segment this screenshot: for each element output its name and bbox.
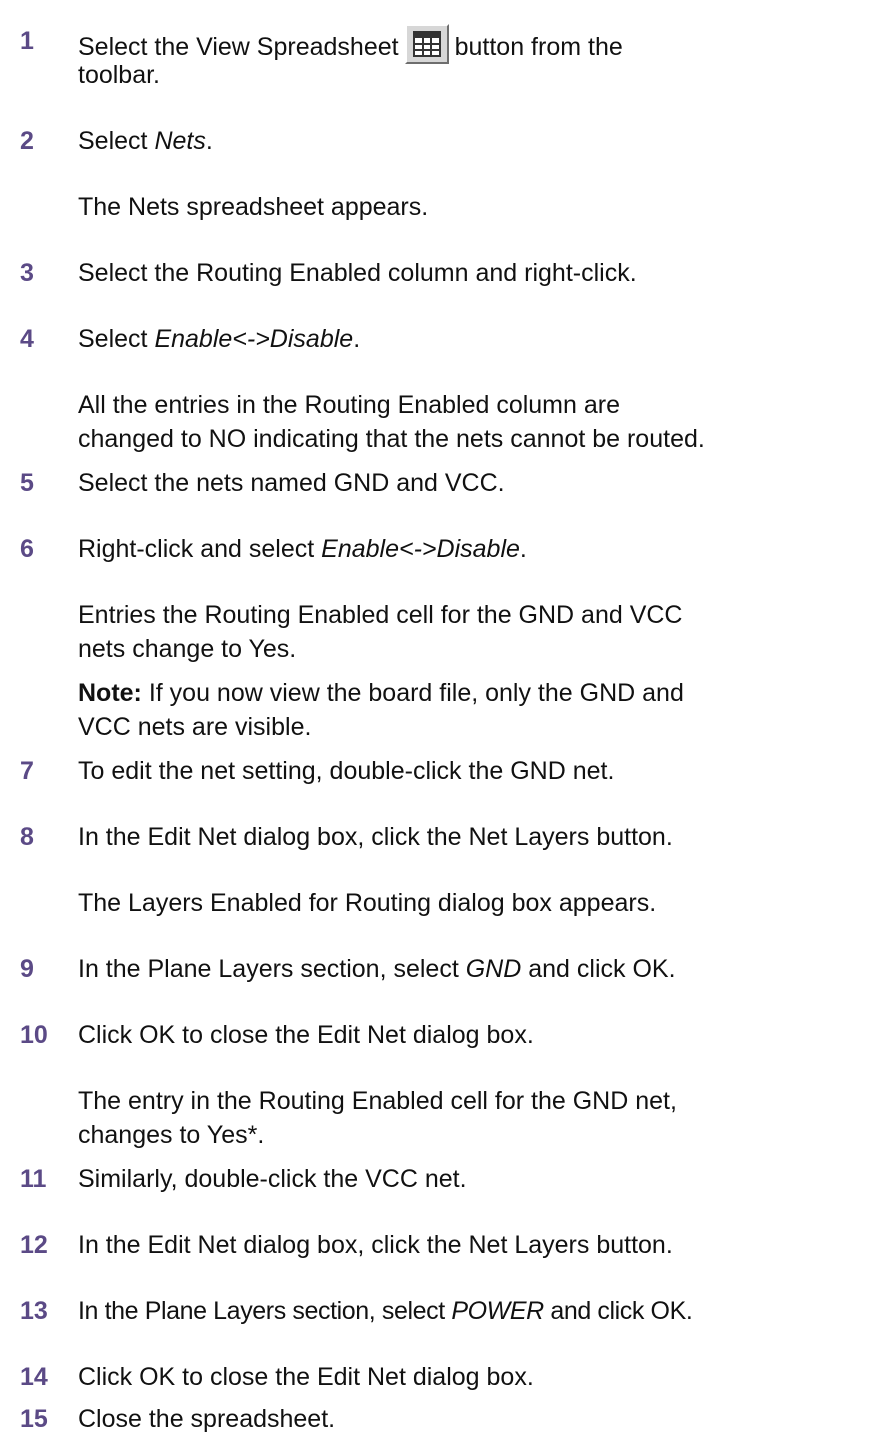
step-number: 3	[20, 259, 34, 287]
punctuation: .	[519, 535, 527, 563]
step-text: Select	[78, 127, 155, 155]
note-paragraph: Note: If you now view the board file, on…	[78, 676, 886, 744]
paragraph-line: changed to NO indicating that the nets c…	[78, 425, 705, 453]
step-number: 9	[20, 955, 34, 983]
step-text: In the Edit Net dialog box, click the Ne…	[78, 823, 673, 851]
step-number: 12	[20, 1231, 48, 1259]
step-text: In the Edit Net dialog box, click the Ne…	[78, 1231, 673, 1259]
note-label: Note:	[78, 679, 142, 707]
punctuation: .	[205, 127, 213, 155]
step-number: 2	[20, 127, 34, 155]
result-paragraph: The Layers Enabled for Routing dialog bo…	[78, 889, 657, 917]
menu-option-enable-disable: Enable<->Disable	[321, 535, 520, 563]
step-text-cont: button from the	[454, 33, 623, 61]
result-paragraph: All the entries in the Routing Enabled c…	[78, 388, 886, 456]
menu-option-nets: Nets	[154, 127, 206, 155]
step-number: 5	[20, 469, 34, 497]
layer-option-gnd: GND	[465, 955, 522, 983]
step-text: Select the Routing Enabled column and ri…	[78, 259, 637, 287]
layer-option-power: POWER	[451, 1297, 544, 1325]
paragraph-line: Entries the Routing Enabled cell for the…	[78, 601, 683, 629]
step-number: 4	[20, 325, 34, 353]
paragraph-line: All the entries in the Routing Enabled c…	[78, 391, 620, 419]
step-text-cont: and click OK.	[521, 955, 676, 983]
step-number: 8	[20, 823, 34, 851]
note-text: If you now view the board file, only the…	[141, 679, 684, 707]
step-number: 10	[20, 1021, 48, 1049]
step-number: 14	[20, 1363, 48, 1391]
step-text: In the Plane Layers section, select	[78, 1297, 452, 1325]
step-number: 7	[20, 757, 34, 785]
step-text: To edit the net setting, double-click th…	[78, 757, 615, 785]
result-paragraph: The entry in the Routing Enabled cell fo…	[78, 1084, 886, 1152]
step-text: In the Plane Layers section, select	[78, 955, 466, 983]
paragraph-line: nets change to Yes.	[78, 635, 297, 663]
step-text: Click OK to close the Edit Net dialog bo…	[78, 1363, 534, 1391]
step-number: 11	[20, 1165, 47, 1193]
note-line: Note: If you now view the board file, on…	[78, 676, 886, 710]
menu-option-enable-disable: Enable<->Disable	[154, 325, 354, 353]
result-paragraph: Entries the Routing Enabled cell for the…	[78, 598, 886, 666]
step-number: 1	[20, 27, 34, 55]
step-number: 15	[20, 1405, 48, 1433]
step-text: Right-click and select	[78, 535, 322, 563]
paragraph-line: changes to Yes*.	[78, 1121, 265, 1149]
paragraph-line: The entry in the Routing Enabled cell fo…	[78, 1087, 677, 1115]
step-text: Close the spreadsheet.	[78, 1405, 336, 1433]
step-number: 13	[20, 1297, 48, 1325]
step-text: Click OK to close the Edit Net dialog bo…	[78, 1021, 534, 1049]
step-number: 6	[20, 535, 34, 563]
step-text: Similarly, double-click the VCC net.	[78, 1165, 467, 1193]
step-text-cont: and click OK.	[543, 1297, 693, 1325]
step-text: Select the nets named GND and VCC.	[78, 469, 505, 497]
result-paragraph: The Nets spreadsheet appears.	[78, 193, 429, 221]
note-line: VCC nets are visible.	[78, 713, 312, 741]
punctuation: .	[353, 325, 361, 353]
step-text: Select the View Spreadsheet	[78, 33, 399, 61]
step-text-line2: toolbar.	[78, 61, 161, 89]
step-text: Select	[78, 325, 155, 353]
